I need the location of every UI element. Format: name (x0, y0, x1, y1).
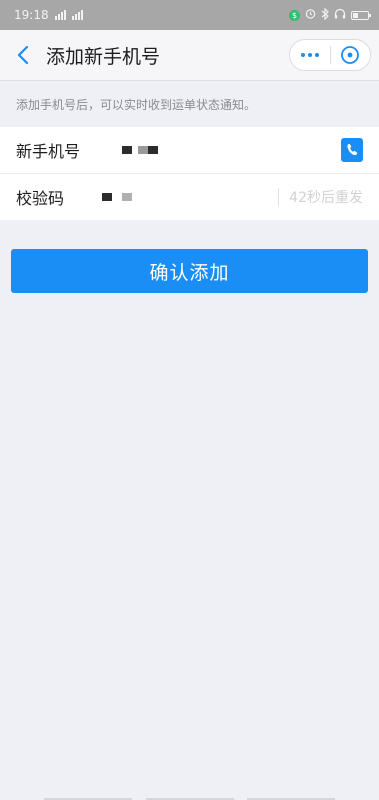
resend-divider (278, 188, 280, 206)
status-bar: 19:18 $ (0, 0, 379, 30)
phone-label: 新手机号 (16, 142, 81, 161)
more-dots-icon (300, 53, 319, 57)
resend-countdown: 42秒后重发 (278, 174, 363, 220)
page-title: 添加新手机号 (46, 45, 161, 68)
badge-icon: $ (289, 9, 300, 21)
bluetooth-icon (321, 7, 329, 23)
nav-bar: 添加新手机号 (0, 30, 379, 81)
status-right: $ (289, 7, 371, 23)
close-button[interactable] (331, 40, 371, 70)
contacts-phone-icon (347, 143, 358, 156)
hint-text: 添加手机号后，可以实时收到运单状态通知。 (16, 97, 257, 112)
chevron-left-icon (17, 45, 29, 65)
confirm-add-button[interactable]: 确认添加 (11, 249, 368, 293)
more-button[interactable] (290, 40, 330, 70)
code-row[interactable]: 校验码 42秒后重发 (0, 173, 379, 220)
alarm-icon (305, 8, 316, 22)
close-circle-icon (341, 46, 360, 64)
back-button[interactable] (8, 30, 38, 80)
code-input[interactable] (102, 193, 132, 201)
status-left: 19:18 (14, 8, 83, 22)
phone-input[interactable] (122, 146, 158, 154)
form: 新手机号 校验码 42秒后重发 (0, 127, 379, 220)
signal-icon (71, 10, 83, 20)
headphones-icon (334, 8, 346, 22)
phone-row[interactable]: 新手机号 (0, 127, 379, 173)
battery-icon (351, 10, 371, 20)
resend-label: 42秒后重发 (289, 190, 363, 206)
mini-program-capsule (289, 39, 371, 71)
signal-icon (54, 10, 66, 20)
contacts-button[interactable] (341, 138, 363, 162)
status-time: 19:18 (14, 8, 49, 22)
code-label: 校验码 (16, 189, 65, 208)
